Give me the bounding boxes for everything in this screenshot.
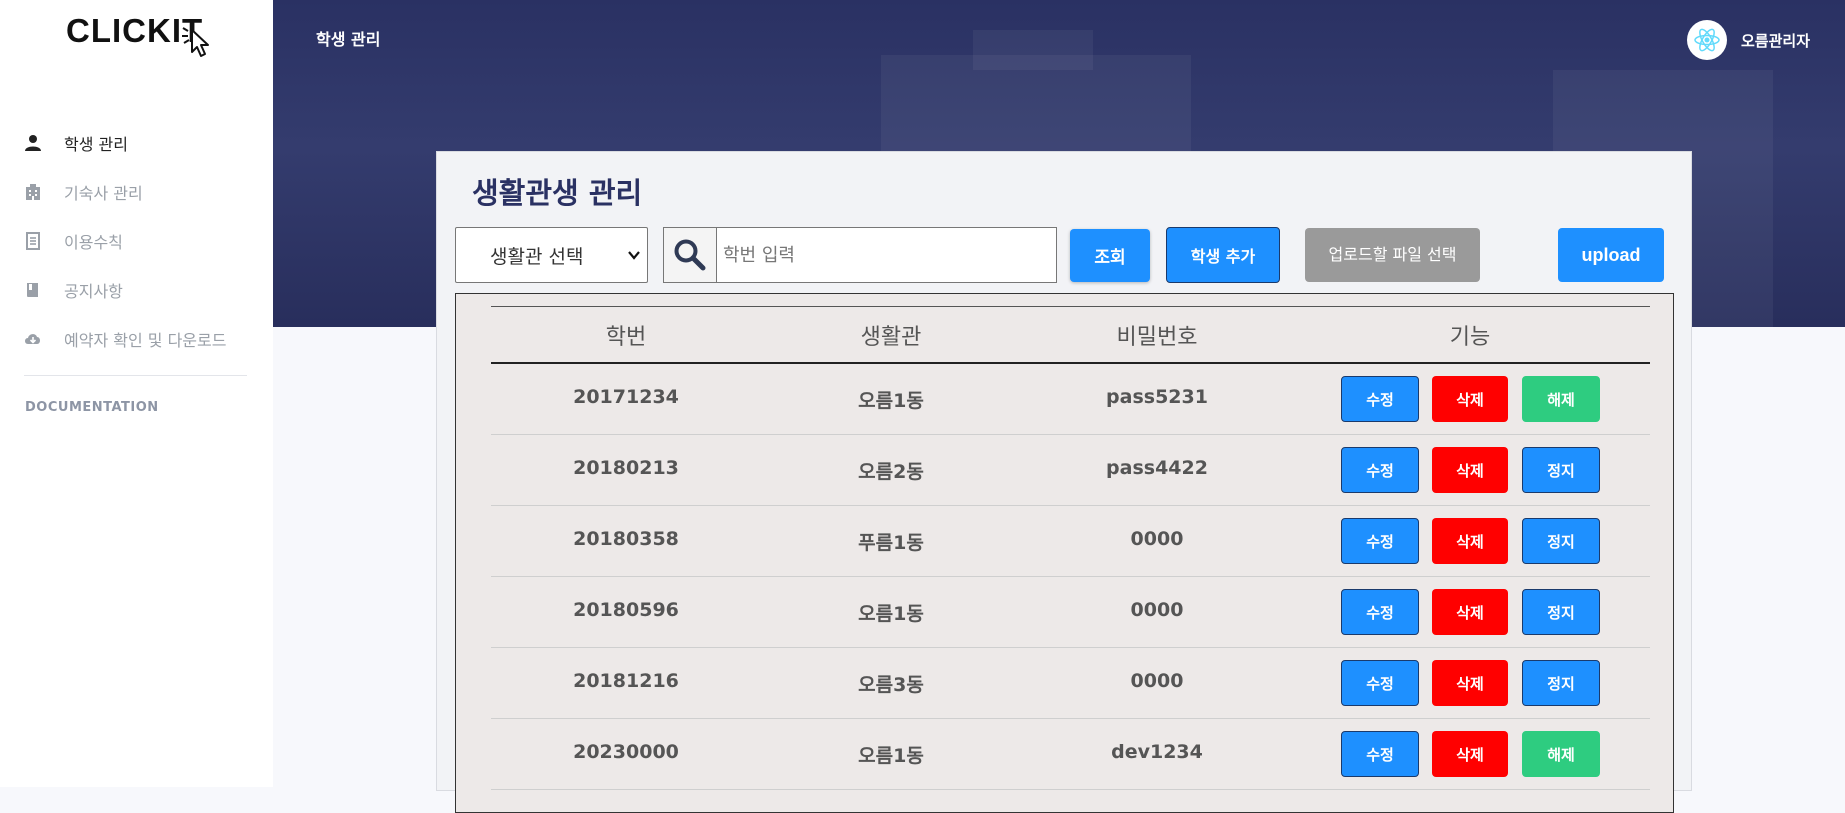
edit-button[interactable]: 수정 <box>1341 731 1419 777</box>
sidebar-item-label: 예약자 확인 및 다운로드 <box>64 331 227 350</box>
cell-password: 0000 <box>1130 670 1184 692</box>
table-row: 20180596 오름1동 0000 수정 삭제 정지 <box>491 577 1650 648</box>
table-row: 20180213 오름2동 pass4422 수정 삭제 정지 <box>491 435 1650 506</box>
suspend-button[interactable]: 정지 <box>1522 660 1600 706</box>
search-button[interactable] <box>663 227 717 283</box>
delete-button[interactable]: 삭제 <box>1432 731 1508 777</box>
sidebar: CLICKIT 학생 관리 기숙사 관리 이용수칙 공지사항 예약자 확인 및 … <box>0 0 273 787</box>
column-header-dormitory: 생활관 <box>860 325 922 350</box>
react-icon <box>1687 20 1727 60</box>
choose-file-button[interactable]: 업로드할 파일 선택 <box>1305 228 1480 282</box>
table-header: 학번 생활관 비밀번호 기능 <box>491 306 1650 364</box>
sidebar-item-student-management[interactable]: 학생 관리 <box>0 118 273 167</box>
table-body: 20171234 오름1동 pass5231 수정 삭제 해제 20180213 오름2동 pa… <box>491 364 1650 790</box>
sidebar-item-reservation-download[interactable]: 예약자 확인 및 다운로드 <box>0 314 273 363</box>
sidebar-item-rules[interactable]: 이용수칙 <box>0 216 273 265</box>
delete-button[interactable]: 삭제 <box>1432 660 1508 706</box>
page-title: 생활관생 관리 <box>472 176 643 210</box>
column-header-password: 비밀번호 <box>1116 325 1198 350</box>
sidebar-item-label: 기숙사 관리 <box>64 184 143 203</box>
cell-student-id: 20181216 <box>573 670 679 692</box>
sidebar-item-label: 학생 관리 <box>64 135 128 154</box>
person-icon <box>25 135 41 151</box>
upload-button[interactable]: upload <box>1558 228 1664 282</box>
query-button[interactable]: 조회 <box>1070 229 1150 282</box>
cell-password: dev1234 <box>1111 741 1203 763</box>
suspend-button[interactable]: 정지 <box>1522 589 1600 635</box>
search-icon <box>674 239 706 271</box>
edit-button[interactable]: 수정 <box>1341 447 1419 493</box>
delete-button[interactable]: 삭제 <box>1432 518 1508 564</box>
chevron-down-icon <box>628 251 640 260</box>
documentation-heading[interactable]: DOCUMENTATION <box>25 400 159 415</box>
table-row: 20180358 푸름1동 0000 수정 삭제 정지 <box>491 506 1650 577</box>
cell-password: 0000 <box>1130 528 1184 550</box>
delete-button[interactable]: 삭제 <box>1432 589 1508 635</box>
cell-student-id: 20180596 <box>573 599 679 621</box>
suspend-button[interactable]: 정지 <box>1522 518 1600 564</box>
sidebar-item-notices[interactable]: 공지사항 <box>0 265 273 314</box>
sidebar-divider <box>24 375 247 376</box>
cell-dormitory: 오름1동 <box>858 390 924 412</box>
edit-button[interactable]: 수정 <box>1341 660 1419 706</box>
cell-dormitory: 푸름1동 <box>858 532 924 554</box>
add-student-button[interactable]: 학생 추가 <box>1166 227 1280 283</box>
search-box <box>663 227 1057 283</box>
sidebar-item-label: 공지사항 <box>64 282 123 301</box>
release-button[interactable]: 해제 <box>1522 731 1600 777</box>
release-button[interactable]: 해제 <box>1522 376 1600 422</box>
cell-dormitory: 오름1동 <box>858 745 924 767</box>
cell-password: 0000 <box>1130 599 1184 621</box>
student-table: 학번 생활관 비밀번호 기능 20171234 오름1동 pass5231 수정 삭제 해… <box>491 306 1650 790</box>
cell-dormitory: 오름2동 <box>858 461 924 483</box>
suspend-button[interactable]: 정지 <box>1522 447 1600 493</box>
student-management-card: 생활관생 관리 생활관 선택 조회 학생 추가 업로드할 파일 선택 uploa… <box>436 151 1692 813</box>
cursor-icon <box>182 27 209 57</box>
sidebar-item-label: 이용수칙 <box>64 233 123 252</box>
cell-dormitory: 오름3동 <box>858 674 924 696</box>
cell-password: pass5231 <box>1106 386 1208 408</box>
edit-button[interactable]: 수정 <box>1341 376 1419 422</box>
column-header-actions: 기능 <box>1449 325 1491 350</box>
edit-button[interactable]: 수정 <box>1341 518 1419 564</box>
edit-button[interactable]: 수정 <box>1341 589 1419 635</box>
document-icon <box>26 232 40 250</box>
student-id-search-input[interactable] <box>719 228 1055 282</box>
header-title: 학생 관리 <box>316 30 381 49</box>
building-icon <box>26 184 40 200</box>
delete-button[interactable]: 삭제 <box>1432 447 1508 493</box>
user-menu[interactable]: 오름관리자 <box>1687 20 1810 60</box>
table-row: 20230000 오름1동 dev1234 수정 삭제 해제 <box>491 719 1650 790</box>
book-icon <box>27 283 38 297</box>
dormitory-select-value: 생활관 선택 <box>490 245 584 268</box>
cloud-download-icon <box>25 334 40 344</box>
user-name: 오름관리자 <box>1741 31 1811 50</box>
delete-button[interactable]: 삭제 <box>1432 376 1508 422</box>
cell-student-id: 20180358 <box>573 528 679 550</box>
student-table-container: 학번 생활관 비밀번호 기능 20171234 오름1동 pass5231 수정 삭제 해… <box>455 293 1674 813</box>
sidebar-nav: 학생 관리 기숙사 관리 이용수칙 공지사항 예약자 확인 및 다운로드 <box>0 118 273 363</box>
sidebar-item-dormitory-management[interactable]: 기숙사 관리 <box>0 167 273 216</box>
cell-student-id: 20180213 <box>573 457 679 479</box>
column-header-student-id: 학번 <box>605 325 647 350</box>
table-row: 20171234 오름1동 pass5231 수정 삭제 해제 <box>491 364 1650 435</box>
cell-password: pass4422 <box>1106 457 1208 479</box>
cell-student-id: 20230000 <box>573 741 679 763</box>
table-row: 20181216 오름3동 0000 수정 삭제 정지 <box>491 648 1650 719</box>
banner-building-shape <box>973 30 1093 70</box>
cell-student-id: 20171234 <box>573 386 679 408</box>
cell-dormitory: 오름1동 <box>858 603 924 625</box>
dormitory-select[interactable]: 생활관 선택 <box>455 227 648 283</box>
